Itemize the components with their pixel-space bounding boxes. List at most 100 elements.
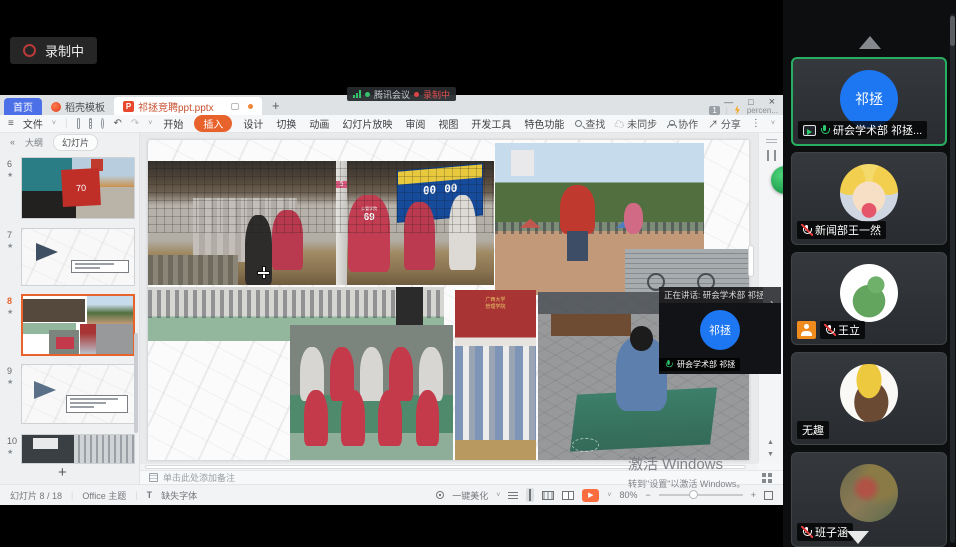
sync-label: 未同步	[627, 120, 657, 131]
thumb-number-selected: 8	[7, 296, 12, 306]
new-tab-button[interactable]: +	[272, 98, 280, 113]
ribbon-tab-insert-active[interactable]: 插入	[194, 115, 232, 132]
ribbon-tab-review[interactable]: 审阅	[403, 115, 427, 132]
ribbon-tab-slideshow[interactable]: 幻灯片放映	[340, 115, 394, 132]
doc-count-badge: 1	[709, 106, 719, 115]
layout-grid-icon[interactable]	[762, 473, 766, 477]
participant-tile-banzihan[interactable]: 班子涵	[791, 452, 947, 547]
tab-home-label: 首页	[13, 99, 33, 114]
ribbon-tab-devtools[interactable]: 开发工具	[469, 115, 513, 132]
docer-icon	[51, 102, 61, 112]
watermark-line1: 激活 Windows	[628, 453, 745, 474]
account-area: 1 | percen...	[709, 105, 778, 115]
beautify-button[interactable]: 一键美化	[452, 489, 488, 502]
reading-view-button[interactable]	[562, 491, 574, 500]
notes-toggle-icon[interactable]	[508, 491, 518, 499]
zoom-in-button[interactable]: +	[751, 490, 756, 500]
slide-panel: « 大纲 幻灯片 6 ★ 70 7 ★ 8 ★	[0, 133, 140, 484]
slide-thumbnail-7[interactable]	[21, 228, 135, 286]
search-box[interactable]: 查找	[575, 116, 605, 131]
panel-scrollbar[interactable]	[134, 333, 138, 433]
participant-tile-wuqu[interactable]: 无趣	[791, 352, 947, 445]
more-menu-icon[interactable]: ⋮	[751, 118, 761, 129]
canvas-vertical-scrollbar[interactable]	[748, 245, 754, 277]
panel-header: « 大纲 幻灯片	[0, 133, 139, 151]
thumb-number: 6	[7, 159, 12, 169]
mic-on-icon	[820, 125, 829, 136]
notes-placeholder[interactable]: 单击此处添加备注	[163, 471, 235, 484]
divider: |	[135, 490, 137, 500]
sidebar-scrollbar-thumb[interactable]	[950, 16, 955, 46]
speaker-name: 研会学术部 祁拯	[677, 359, 735, 370]
ribbon-tab-features[interactable]: 特色功能	[522, 115, 566, 132]
redo-icon[interactable]: ↷	[131, 118, 139, 129]
file-menu[interactable]: 文件	[23, 116, 43, 131]
slide-thumbnail-8-selected[interactable]	[21, 294, 135, 356]
collapse-panel-icon[interactable]: «	[10, 137, 15, 147]
theme-name[interactable]: Office 主题	[82, 489, 126, 502]
ribbon-tab-design[interactable]: 设计	[241, 115, 265, 132]
chevron-down-icon: ˅	[52, 120, 56, 127]
undo-icon[interactable]: ↶	[113, 118, 121, 129]
tab-home[interactable]: 首页	[4, 98, 42, 115]
collapse-ribbon-icon[interactable]: ˅	[771, 120, 775, 127]
scroll-down-icon[interactable]	[847, 531, 869, 544]
scroll-up-icon[interactable]	[859, 36, 881, 49]
slides-tab[interactable]: 幻灯片	[53, 134, 98, 151]
ribbon-tab-animation[interactable]: 动画	[307, 115, 331, 132]
participant-tile-qizheng[interactable]: 祁拯 研会学术部 祁拯...	[791, 57, 947, 146]
participant-tile-wangli[interactable]: 王立	[791, 252, 947, 345]
normal-view-button[interactable]	[526, 488, 534, 502]
sync-status[interactable]: ☁ 未同步	[614, 116, 657, 131]
zoom-level[interactable]: 80%	[619, 490, 637, 500]
participant-name: 王立	[838, 322, 860, 338]
ribbon-tab-view[interactable]: 视图	[436, 115, 460, 132]
recording-badge: 录制中	[10, 37, 97, 64]
speaker-video-tile[interactable]: 祁拯 研会学术部 祁拯	[659, 303, 781, 374]
watermark-line2: 转到"设置"以激活 Windows。	[628, 477, 745, 490]
slide-thumbnail-6[interactable]: 70	[21, 157, 135, 219]
beautify-icon	[436, 491, 444, 499]
print-icon[interactable]	[89, 118, 92, 129]
sidebar-scrollbar-track[interactable]	[950, 14, 955, 543]
save-icon[interactable]	[77, 118, 80, 129]
print-preview-icon[interactable]	[101, 118, 104, 129]
account-name[interactable]: percen...	[747, 106, 778, 115]
meeting-status-bar[interactable]: 腾讯会议 录制中	[347, 87, 456, 101]
recording-dot-icon	[414, 92, 419, 97]
collab-label: 协作	[678, 116, 698, 131]
tab-document[interactable]: P 祁拯竞聘ppt.pptx	[114, 97, 262, 115]
missing-font-warning[interactable]: 缺失字体	[161, 489, 197, 502]
participant-tile-wangyiran[interactable]: 新闻部王一然	[791, 152, 947, 245]
thumb-number: 9	[7, 366, 12, 376]
ribbon-bar: ≡ 文件 ˅ | ↶ ↷ ˅ 开始 插入 设计 切换 动画 幻灯片放映 审阅 视…	[0, 115, 783, 133]
ribbon-tab-start[interactable]: 开始	[161, 115, 185, 132]
participants-sidebar: 祁拯 研会学术部 祁拯... 新闻部王一然 王立	[783, 0, 956, 547]
comment-balloon-icon[interactable]	[231, 103, 239, 110]
outline-tab[interactable]: 大纲	[25, 136, 43, 149]
slideshow-play-button[interactable]: ▶	[582, 489, 599, 502]
slide-thumbnail-10[interactable]	[21, 434, 135, 464]
zoom-slider[interactable]	[659, 494, 743, 496]
zoom-out-button[interactable]: −	[645, 490, 650, 500]
tab-docer-templates[interactable]: 稻壳模板	[42, 98, 114, 115]
play-dropdown-icon[interactable]: ˅	[607, 492, 611, 499]
slide-sorter-button[interactable]	[542, 491, 554, 500]
photo-red-team-group	[290, 325, 452, 460]
collab-button[interactable]: 协作	[667, 116, 698, 131]
panel-handle-icon[interactable]	[766, 139, 777, 143]
mic-muted-icon	[825, 325, 834, 336]
customize-toolbar-icon[interactable]: ˅	[148, 120, 152, 127]
zoom-slider-knob[interactable]	[689, 490, 698, 499]
fit-slide-icon[interactable]	[764, 491, 773, 500]
page-nav-arrows[interactable]: ▲▼	[767, 439, 774, 458]
slide-thumbnail-9[interactable]	[21, 364, 135, 424]
ribbon-tab-transition[interactable]: 切换	[274, 115, 298, 132]
thumb-number: 10	[7, 436, 17, 446]
beautify-dropdown-icon[interactable]: ˅	[496, 492, 500, 499]
participant-name: 无趣	[802, 422, 824, 438]
add-slide-button[interactable]: +	[58, 464, 67, 481]
search-label: 查找	[585, 116, 605, 131]
share-button[interactable]: ↗ 分享	[708, 116, 741, 131]
properties-sliders-icon[interactable]	[767, 150, 776, 161]
